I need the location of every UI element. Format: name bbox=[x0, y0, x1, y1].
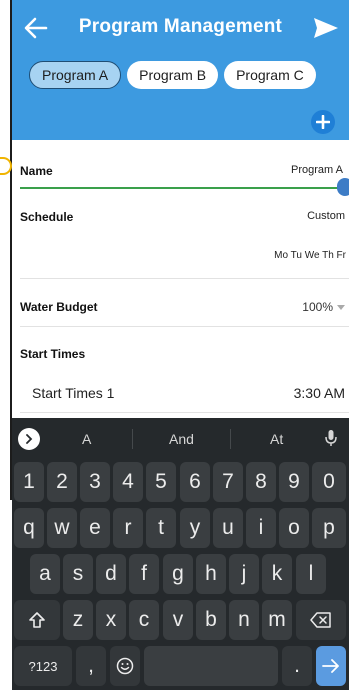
schedule-row[interactable]: Schedule Custom bbox=[20, 210, 349, 226]
water-budget-value: 100% bbox=[302, 300, 333, 314]
key-a[interactable]: a bbox=[30, 554, 60, 594]
water-budget-select[interactable]: 100% bbox=[302, 300, 345, 314]
key-u[interactable]: u bbox=[213, 508, 243, 548]
name-row[interactable]: Name Program A bbox=[20, 164, 349, 180]
mic-button[interactable] bbox=[325, 429, 337, 452]
start-times-header: Start Times bbox=[20, 347, 349, 363]
add-program-button[interactable] bbox=[311, 110, 335, 134]
back-button[interactable] bbox=[18, 10, 54, 46]
text-cursor-handle[interactable] bbox=[337, 178, 349, 196]
shift-icon bbox=[29, 612, 45, 628]
start-time-value: 3:30 AM bbox=[293, 385, 345, 401]
key-8[interactable]: 8 bbox=[246, 462, 276, 502]
key-l[interactable]: l bbox=[296, 554, 326, 594]
key-x[interactable]: x bbox=[96, 600, 126, 640]
name-input-underline bbox=[20, 187, 342, 189]
arrow-left-icon bbox=[24, 17, 48, 39]
schedule-days-row: Mo Tu We Th Fr bbox=[20, 250, 349, 266]
send-button[interactable] bbox=[307, 10, 345, 46]
shift-key[interactable] bbox=[14, 600, 60, 640]
key-1[interactable]: 1 bbox=[14, 462, 44, 502]
key-4[interactable]: 4 bbox=[113, 462, 143, 502]
name-input[interactable]: Program A bbox=[291, 164, 343, 176]
key-6[interactable]: 6 bbox=[180, 462, 210, 502]
comma-key[interactable]: , bbox=[76, 646, 106, 686]
mic-icon bbox=[325, 430, 337, 446]
key-y[interactable]: y bbox=[180, 508, 210, 548]
key-0[interactable]: 0 bbox=[312, 462, 346, 502]
key-e[interactable]: e bbox=[80, 508, 110, 548]
emoji-key[interactable] bbox=[110, 646, 140, 686]
suggestion-strip: A And At bbox=[12, 418, 349, 460]
schedule-label: Schedule bbox=[20, 210, 74, 224]
suggestion-separator bbox=[230, 429, 231, 449]
key-z[interactable]: z bbox=[63, 600, 93, 640]
app-header: Program Management Program A Program B P… bbox=[12, 0, 349, 140]
symbols-key[interactable]: ?123 bbox=[14, 646, 72, 686]
enter-key[interactable] bbox=[316, 646, 346, 686]
dropdown-caret-icon bbox=[337, 305, 345, 311]
water-budget-row[interactable]: Water Budget 100% bbox=[20, 300, 349, 316]
start-times-label: Start Times bbox=[20, 347, 86, 361]
left-frame bbox=[0, 0, 12, 690]
key-v[interactable]: v bbox=[163, 600, 193, 640]
key-m[interactable]: m bbox=[262, 600, 292, 640]
key-c[interactable]: c bbox=[129, 600, 159, 640]
plus-circle-icon bbox=[316, 115, 330, 129]
soft-keyboard: A And At 1 2 3 4 5 6 7 8 9 0 q w e r t y… bbox=[12, 418, 349, 690]
name-label: Name bbox=[20, 164, 53, 178]
key-g[interactable]: g bbox=[163, 554, 193, 594]
key-j[interactable]: j bbox=[229, 554, 259, 594]
key-p[interactable]: p bbox=[312, 508, 346, 548]
backspace-icon bbox=[310, 612, 331, 628]
key-9[interactable]: 9 bbox=[279, 462, 309, 502]
program-form: Name Program A Schedule Custom Mo Tu We … bbox=[12, 140, 349, 418]
phone-screen: Program Management Program A Program B P… bbox=[12, 0, 349, 690]
tab-program-a[interactable]: Program A bbox=[29, 61, 122, 89]
key-n[interactable]: n bbox=[229, 600, 259, 640]
divider bbox=[20, 326, 349, 327]
suggestion-3[interactable]: At bbox=[270, 431, 283, 447]
key-r[interactable]: r bbox=[113, 508, 143, 548]
emoji-icon bbox=[116, 657, 134, 675]
period-key[interactable]: . bbox=[282, 646, 312, 686]
key-d[interactable]: d bbox=[96, 554, 126, 594]
suggestion-2[interactable]: And bbox=[169, 431, 194, 447]
suggestion-1[interactable]: A bbox=[82, 431, 91, 447]
program-tabs: Program A Program B Program C bbox=[29, 61, 316, 91]
chevron-right-icon bbox=[26, 434, 33, 444]
divider bbox=[20, 278, 349, 279]
arrow-right-icon bbox=[322, 659, 339, 673]
tab-program-c[interactable]: Program C bbox=[224, 61, 316, 89]
water-budget-label: Water Budget bbox=[20, 300, 98, 314]
divider bbox=[20, 412, 349, 413]
suggestion-separator bbox=[132, 429, 133, 449]
page-title: Program Management bbox=[78, 16, 283, 37]
key-t[interactable]: t bbox=[146, 508, 176, 548]
start-time-label: Start Times 1 bbox=[32, 385, 115, 401]
key-f[interactable]: f bbox=[129, 554, 159, 594]
start-time-item[interactable]: Start Times 1 3:30 AM bbox=[20, 385, 349, 403]
schedule-days: Mo Tu We Th Fr bbox=[274, 250, 346, 261]
key-i[interactable]: i bbox=[246, 508, 276, 548]
key-k[interactable]: k bbox=[262, 554, 292, 594]
key-h[interactable]: h bbox=[196, 554, 226, 594]
key-s[interactable]: s bbox=[63, 554, 93, 594]
key-2[interactable]: 2 bbox=[47, 462, 77, 502]
tab-program-b[interactable]: Program B bbox=[127, 61, 219, 89]
key-7[interactable]: 7 bbox=[213, 462, 243, 502]
key-5[interactable]: 5 bbox=[146, 462, 176, 502]
key-b[interactable]: b bbox=[196, 600, 226, 640]
space-key[interactable] bbox=[144, 646, 278, 686]
schedule-value: Custom bbox=[307, 210, 345, 222]
expand-toolbar-button[interactable] bbox=[18, 428, 40, 450]
title-row: Program Management bbox=[12, 0, 349, 56]
key-q[interactable]: q bbox=[14, 508, 44, 548]
key-w[interactable]: w bbox=[47, 508, 77, 548]
send-icon bbox=[314, 18, 338, 38]
backspace-key[interactable] bbox=[296, 600, 346, 640]
key-o[interactable]: o bbox=[279, 508, 309, 548]
key-3[interactable]: 3 bbox=[80, 462, 110, 502]
